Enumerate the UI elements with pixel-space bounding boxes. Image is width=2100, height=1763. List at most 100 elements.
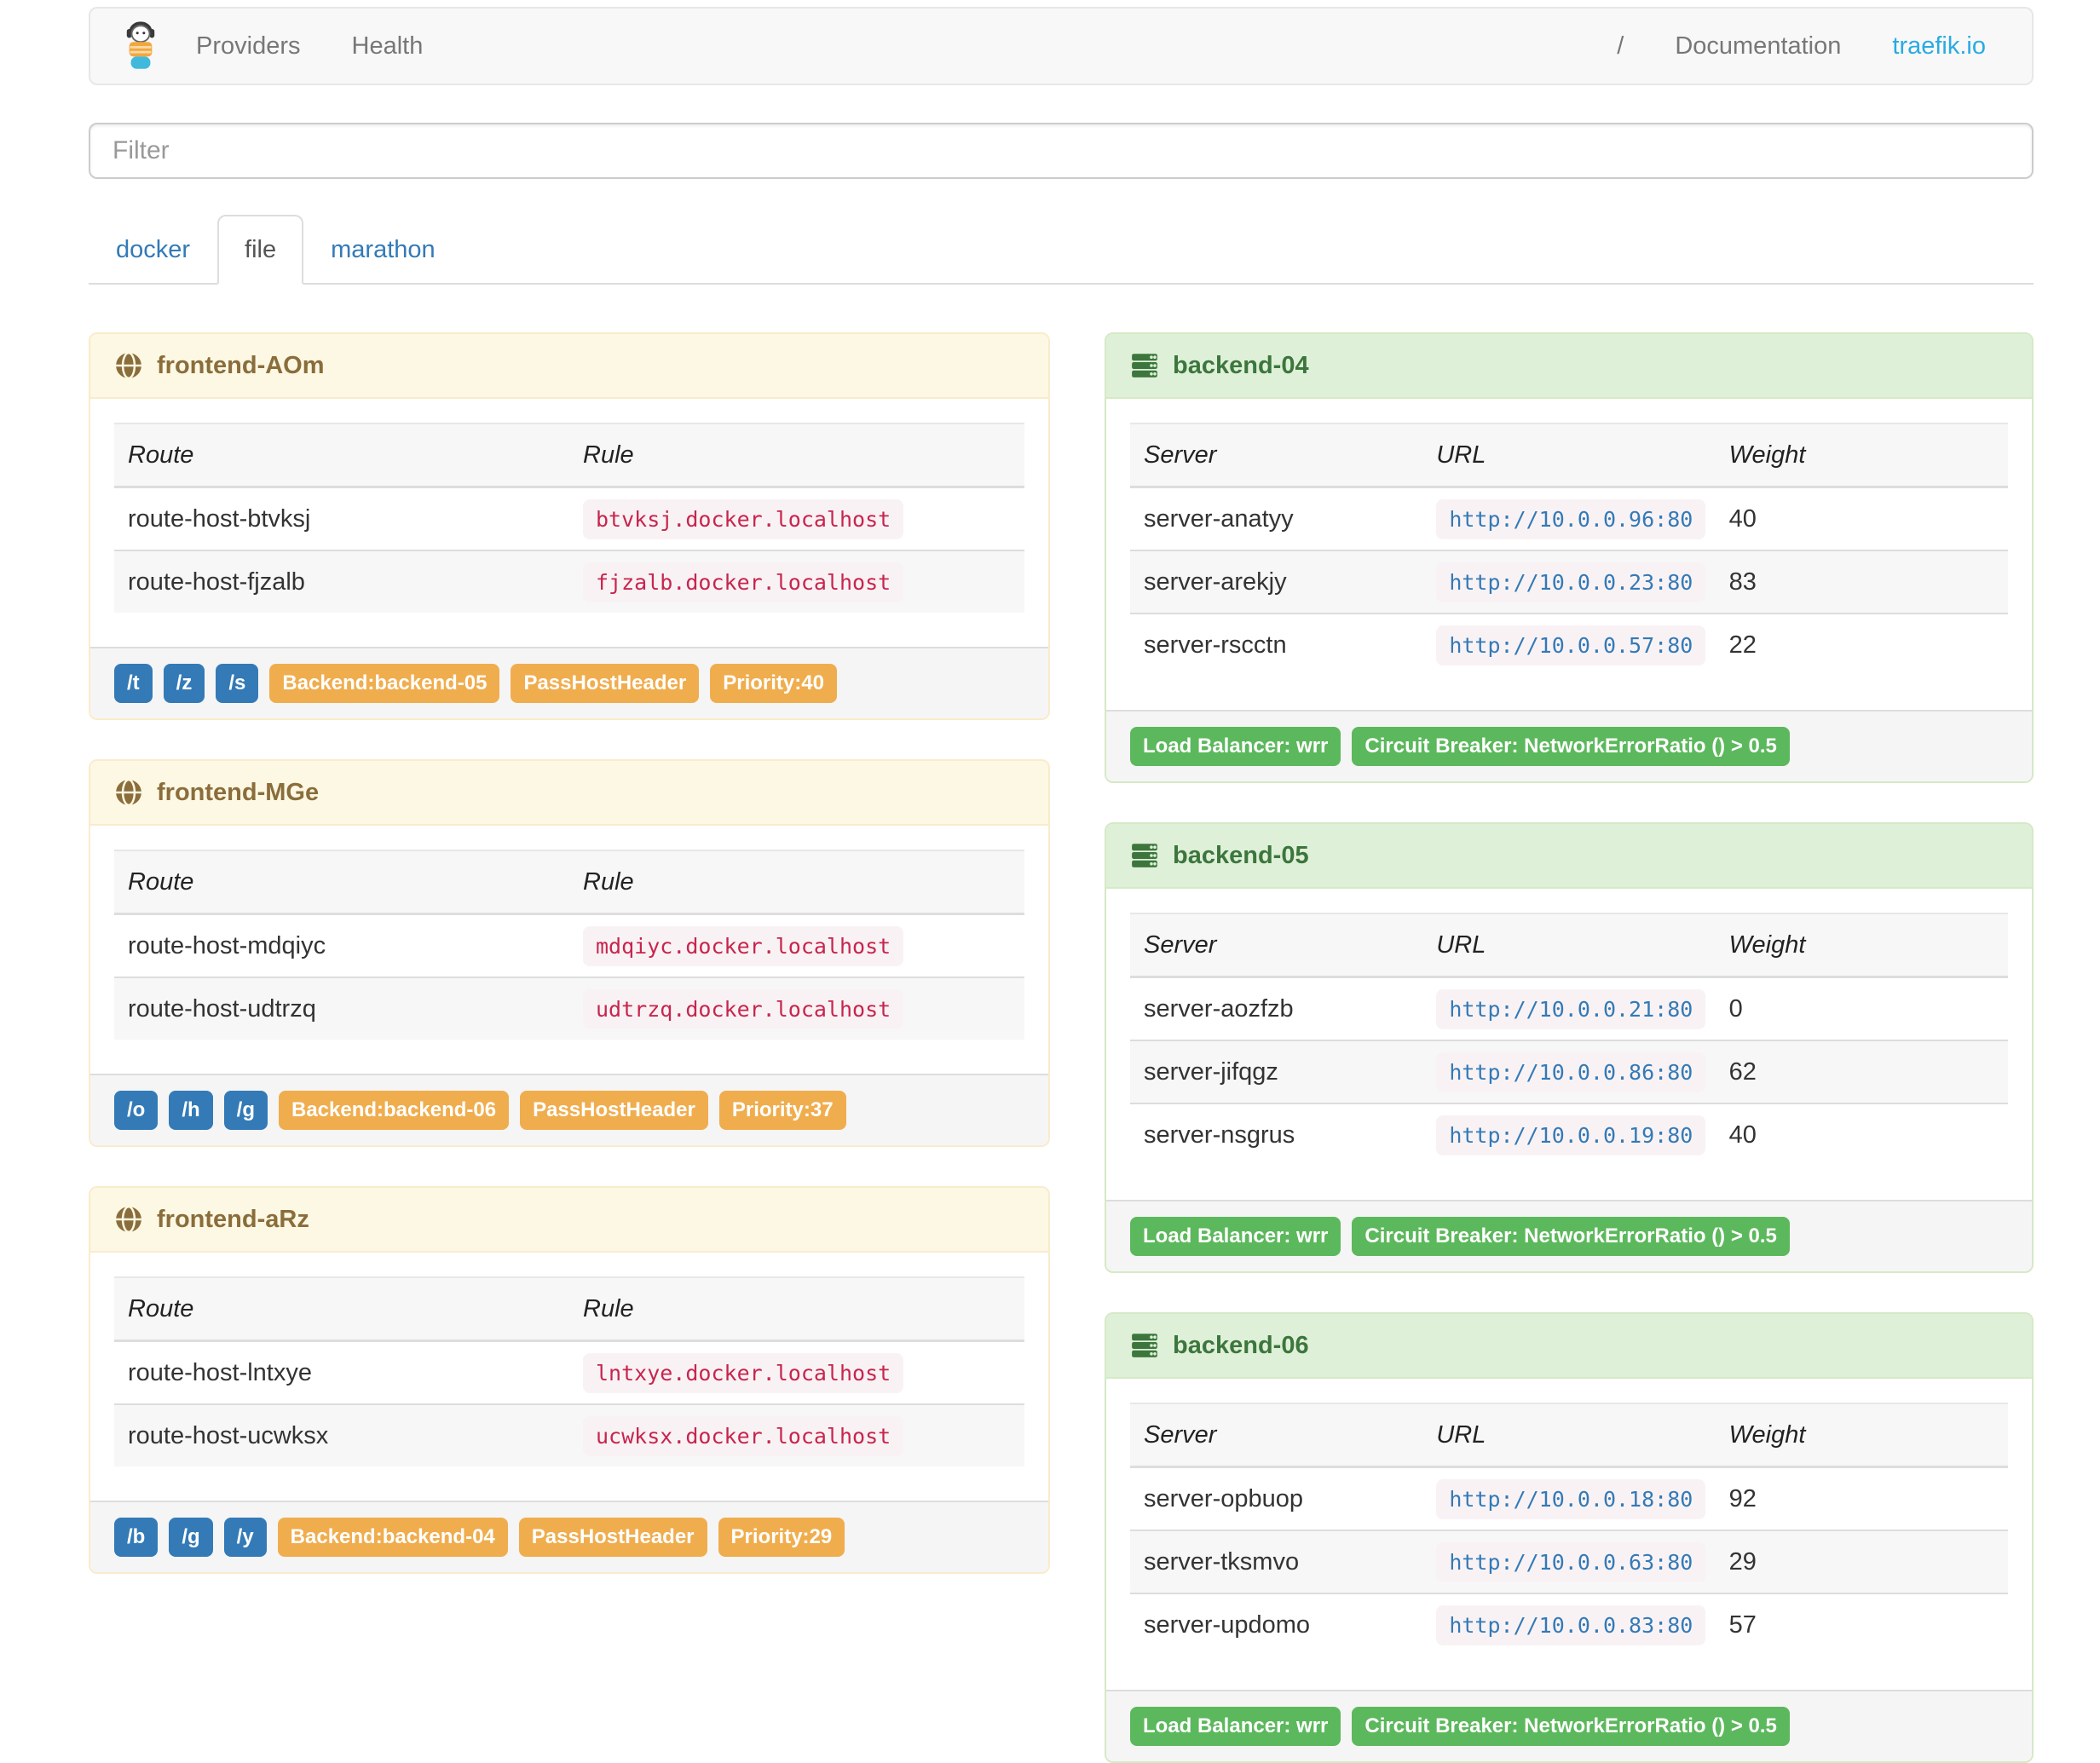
server-name: server-arekjy	[1130, 550, 1423, 614]
globe-icon	[116, 351, 141, 380]
server-weight: 57	[1715, 1593, 2008, 1656]
path-badge: /y	[223, 1518, 267, 1557]
column-header-url: URL	[1422, 423, 1716, 488]
backend-card-header: backend-04	[1106, 334, 2032, 399]
backend-card-footer: Load Balancer: wrr Circuit Breaker: Netw…	[1106, 1690, 2032, 1761]
backend-card-header: backend-06	[1106, 1314, 2032, 1379]
rule-value: udtrzq.docker.localhost	[583, 988, 904, 1029]
priority-badge: Priority:29	[718, 1518, 845, 1557]
backend-title: backend-06	[1173, 1331, 1309, 1359]
nav-link-providers[interactable]: Providers	[170, 32, 326, 60]
filter-input[interactable]	[89, 123, 2034, 179]
column-header-rule: Rule	[569, 1276, 1024, 1342]
backend-card-body: Server URL Weight server-opbuop http://1…	[1106, 1379, 2032, 1690]
server-name: server-aozfzb	[1144, 994, 1294, 1023]
server-url: http://10.0.0.21:80	[1436, 988, 1706, 1029]
table-row: server-tksmvo http://10.0.0.63:80 29	[1130, 1530, 2008, 1593]
routes-table: Route Rule route-host-btvksj btvksj.dock…	[114, 423, 1024, 613]
table-row: route-host-fjzalb fjzalb.docker.localhos…	[114, 550, 1024, 613]
tab-docker[interactable]: docker	[89, 215, 217, 285]
column-header-weight: Weight	[1715, 1403, 2008, 1468]
table-row: server-jifqgz http://10.0.0.86:80 62	[1130, 1040, 2008, 1103]
table-header-row: Route Rule	[114, 1276, 1024, 1342]
route-name: route-host-udtrzq	[114, 977, 569, 1040]
backend-card-body: Server URL Weight server-aozfzb http://1…	[1106, 889, 2032, 1200]
tab-file[interactable]: file	[217, 215, 304, 285]
navbar: Providers Health / Documentation traefik…	[89, 7, 2034, 85]
priority-badge: Priority:37	[718, 1091, 846, 1130]
server-url: http://10.0.0.57:80	[1436, 625, 1706, 665]
backend-badge: Backend:backend-04	[277, 1518, 508, 1557]
server-name: server-updomo	[1130, 1593, 1423, 1656]
circuit-breaker-badge: Circuit Breaker: NetworkErrorRatio () > …	[1352, 1217, 1790, 1256]
backend-card-05: backend-05 Server URL Weight server-aozf…	[1105, 822, 2034, 1273]
frontend-card-body: Route Rule route-host-btvksj btvksj.dock…	[90, 399, 1048, 647]
table-row: route-host-mdqiyc mdqiyc.docker.localhos…	[114, 914, 1024, 978]
servers-table: Server URL Weight server-opbuop http://1…	[1130, 1403, 2008, 1656]
load-balancer-badge: Load Balancer: wrr	[1130, 1217, 1341, 1256]
frontend-card-body: Route Rule route-host-lntxye lntxye.dock…	[90, 1253, 1048, 1501]
path-badge: /o	[114, 1091, 159, 1130]
nav-link-health[interactable]: Health	[326, 32, 449, 60]
server-url: http://10.0.0.19:80	[1436, 1115, 1706, 1155]
column-header-weight: Weight	[1715, 423, 2008, 488]
table-header-row: Server URL Weight	[1130, 913, 2008, 978]
path-badge: /t	[114, 664, 153, 703]
path-badge: /h	[169, 1091, 213, 1130]
route-name: route-host-lntxye	[128, 1358, 312, 1386]
load-balancer-badge: Load Balancer: wrr	[1130, 1707, 1341, 1746]
column-header-server: Server	[1130, 423, 1423, 488]
server-url: http://10.0.0.83:80	[1436, 1605, 1706, 1645]
route-name: route-host-fjzalb	[114, 550, 569, 613]
backend-card-footer: Load Balancer: wrr Circuit Breaker: Netw…	[1106, 710, 2032, 781]
backend-title: backend-04	[1173, 351, 1309, 379]
nav-link-documentation[interactable]: Documentation	[1649, 32, 1866, 60]
table-row: server-aozfzb http://10.0.0.21:80 0	[1130, 977, 2008, 1041]
column-header-server: Server	[1130, 1403, 1423, 1468]
backend-card-header: backend-05	[1106, 824, 2032, 889]
frontend-title: frontend-MGe	[157, 778, 320, 806]
navbar-right: / Documentation traefik.io	[1591, 9, 2011, 84]
path-badge: /s	[216, 664, 259, 703]
nav-link-root[interactable]: /	[1591, 32, 1649, 60]
load-balancer-badge: Load Balancer: wrr	[1130, 727, 1341, 766]
table-row: route-host-udtrzq udtrzq.docker.localhos…	[114, 977, 1024, 1040]
column-header-weight: Weight	[1715, 913, 2008, 978]
server-url: http://10.0.0.23:80	[1436, 562, 1706, 602]
column-header-rule: Rule	[569, 850, 1024, 915]
server-url: http://10.0.0.96:80	[1436, 498, 1706, 539]
tab-marathon[interactable]: marathon	[303, 215, 463, 285]
path-badge: /z	[163, 664, 205, 703]
server-weight: 40	[1715, 1103, 2008, 1166]
brand-link[interactable]	[111, 21, 170, 71]
server-name: server-rscctn	[1130, 613, 1423, 676]
table-row: route-host-ucwksx ucwksx.docker.localhos…	[114, 1403, 1024, 1466]
table-row: server-rscctn http://10.0.0.57:80 22	[1130, 613, 2008, 676]
path-badge: /b	[114, 1518, 159, 1557]
frontend-card-header: frontend-MGe	[90, 761, 1048, 826]
server-weight: 22	[1715, 613, 2008, 676]
backend-badge: Backend:backend-06	[278, 1091, 510, 1130]
frontend-title: frontend-aRz	[157, 1205, 309, 1233]
server-name: server-jifqgz	[1130, 1040, 1423, 1103]
table-row: server-opbuop http://10.0.0.18:80 92	[1130, 1467, 2008, 1531]
table-header-row: Server URL Weight	[1130, 423, 2008, 488]
nav-link-traefik-io[interactable]: traefik.io	[1866, 32, 2011, 60]
backend-card-body: Server URL Weight server-anatyy http://1…	[1106, 399, 2032, 710]
frontend-card-footer: /t /z /s Backend:backend-05 PassHostHead…	[90, 647, 1048, 718]
table-row: server-nsgrus http://10.0.0.19:80 40	[1130, 1103, 2008, 1166]
server-url: http://10.0.0.63:80	[1436, 1541, 1706, 1582]
server-url: http://10.0.0.86:80	[1436, 1051, 1706, 1092]
passhostheader-badge: PassHostHeader	[511, 664, 700, 703]
column-header-route: Route	[114, 1276, 569, 1342]
backend-badge: Backend:backend-05	[269, 664, 500, 703]
servers-table: Server URL Weight server-aozfzb http://1…	[1130, 913, 2008, 1166]
rule-value: ucwksx.docker.localhost	[583, 1415, 904, 1456]
routes-table: Route Rule route-host-lntxye lntxye.dock…	[114, 1276, 1024, 1466]
server-weight: 40	[1728, 504, 1757, 533]
page-container: Providers Health / Documentation traefik…	[89, 7, 2034, 1763]
server-icon	[1132, 1334, 1157, 1357]
rule-value: mdqiyc.docker.localhost	[583, 925, 904, 966]
circuit-breaker-badge: Circuit Breaker: NetworkErrorRatio () > …	[1352, 1707, 1790, 1746]
backend-card-footer: Load Balancer: wrr Circuit Breaker: Netw…	[1106, 1200, 2032, 1271]
